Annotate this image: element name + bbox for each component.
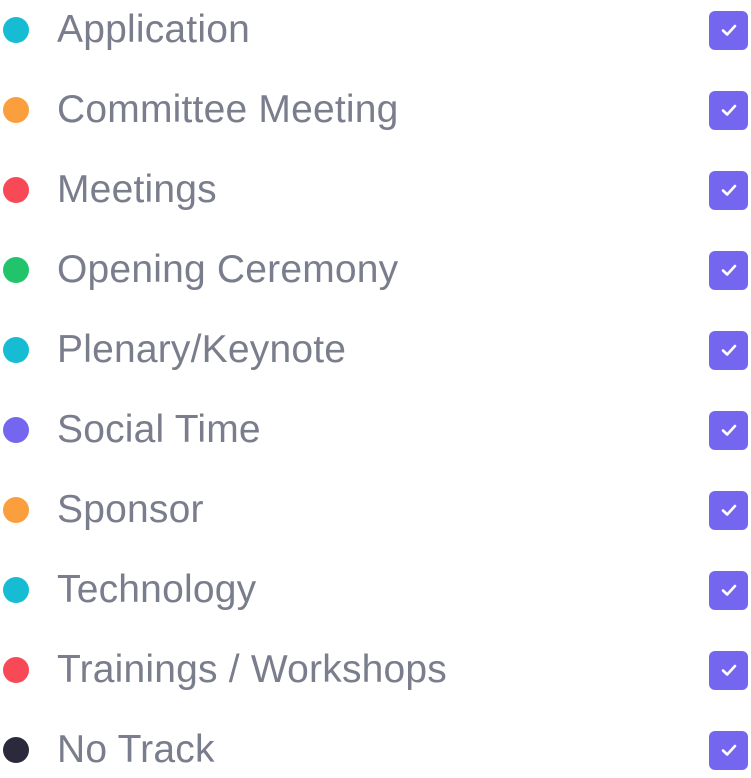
track-row-no-track[interactable]: No Track: [0, 710, 751, 778]
track-label: Trainings / Workshops: [57, 648, 448, 691]
check-icon: [721, 264, 736, 276]
track-checkbox[interactable]: [709, 10, 748, 50]
track-color-dot: [3, 337, 29, 363]
track-row-trainings-workshops[interactable]: Trainings / Workshops: [0, 630, 751, 710]
track-filter-list: Application Committee Meeting Meetings O…: [0, 0, 751, 778]
track-checkbox[interactable]: [709, 650, 748, 690]
check-icon: [721, 584, 736, 596]
track-label: No Track: [57, 728, 215, 771]
track-label: Plenary/Keynote: [57, 328, 347, 371]
track-color-dot: [3, 17, 29, 43]
track-checkbox[interactable]: [709, 90, 748, 130]
track-row-application[interactable]: Application: [0, 0, 751, 70]
track-row-social-time[interactable]: Social Time: [0, 390, 751, 470]
check-icon: [721, 504, 736, 516]
track-row-committee-meeting[interactable]: Committee Meeting: [0, 70, 751, 150]
track-color-dot: [3, 417, 29, 443]
track-checkbox[interactable]: [709, 570, 748, 610]
track-row-plenary-keynote[interactable]: Plenary/Keynote: [0, 310, 751, 390]
check-icon: [721, 344, 736, 356]
track-label: Social Time: [57, 408, 261, 451]
track-color-dot: [3, 97, 29, 123]
track-label: Sponsor: [57, 488, 204, 531]
track-color-dot: [3, 177, 29, 203]
track-checkbox[interactable]: [709, 490, 748, 530]
track-checkbox[interactable]: [709, 330, 748, 370]
track-label: Application: [57, 8, 250, 51]
track-row-sponsor[interactable]: Sponsor: [0, 470, 751, 550]
track-label: Meetings: [57, 168, 217, 211]
track-label: Technology: [57, 568, 257, 611]
track-color-dot: [3, 577, 29, 603]
track-checkbox[interactable]: [709, 730, 748, 770]
track-row-technology[interactable]: Technology: [0, 550, 751, 630]
check-icon: [721, 664, 736, 676]
track-row-opening-ceremony[interactable]: Opening Ceremony: [0, 230, 751, 310]
check-icon: [721, 24, 736, 36]
check-icon: [721, 424, 736, 436]
track-checkbox[interactable]: [709, 410, 748, 450]
track-row-meetings[interactable]: Meetings: [0, 150, 751, 230]
track-checkbox[interactable]: [709, 250, 748, 290]
track-label: Opening Ceremony: [57, 248, 399, 291]
check-icon: [721, 104, 736, 116]
check-icon: [721, 744, 736, 756]
track-color-dot: [3, 737, 29, 763]
track-color-dot: [3, 257, 29, 283]
track-color-dot: [3, 497, 29, 523]
check-icon: [721, 184, 736, 196]
track-label: Committee Meeting: [57, 88, 399, 131]
track-color-dot: [3, 657, 29, 683]
track-checkbox[interactable]: [709, 170, 748, 210]
